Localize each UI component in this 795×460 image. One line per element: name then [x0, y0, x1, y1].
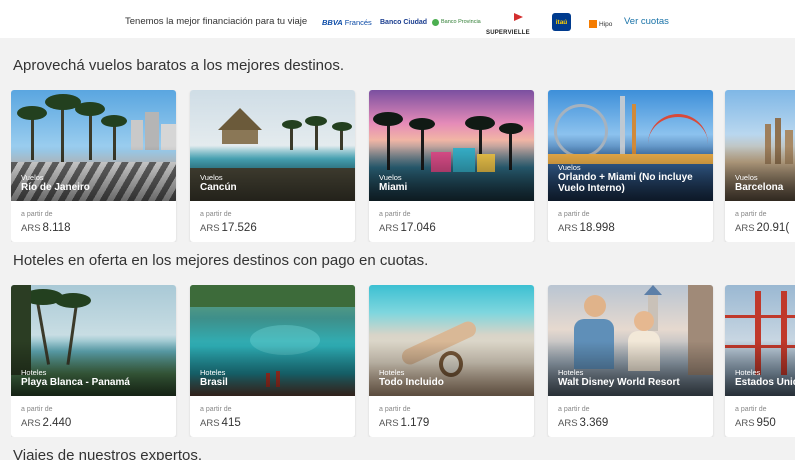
banco-ciudad-logo: Banco Ciudad [380, 18, 428, 26]
hotel-card-estados-unidos[interactable]: Hoteles Estados Unid a partir de ARS 950 [725, 285, 795, 437]
card-destination: Playa Blanca - Panamá [21, 377, 130, 388]
card-from-label: a partir de [200, 406, 232, 413]
flight-card-cancun[interactable]: Vuelos Cancún a partir de ARS 17.526 [190, 90, 355, 242]
card-category: Hoteles [558, 368, 584, 377]
card-from-label: a partir de [379, 406, 411, 413]
flights-row: Vuelos Río de Janeiro a partir de ARS 8.1… [11, 90, 795, 242]
experts-section-title: Viajes de nuestros expertos. [13, 447, 203, 460]
card-category: Hoteles [735, 368, 761, 377]
card-price: ARS 3.369 [558, 417, 609, 429]
card-destination: Todo Incluido [379, 377, 444, 388]
financing-text: Tenemos la mejor financiación para tu vi… [125, 16, 308, 27]
card-price: ARS 1.179 [379, 417, 430, 429]
hotel-card-playa-blanca[interactable]: Hoteles Playa Blanca - Panamá a partir d… [11, 285, 176, 437]
hipotecario-logo: Hipo [589, 14, 612, 34]
card-category: Vuelos [558, 163, 581, 172]
flight-card-rio[interactable]: Vuelos Río de Janeiro a partir de ARS 8.1… [11, 90, 176, 242]
card-from-label: a partir de [558, 211, 590, 218]
card-price: ARS 415 [200, 417, 241, 429]
card-from-label: a partir de [200, 211, 232, 218]
card-from-label: a partir de [735, 211, 767, 218]
card-category: Vuelos [379, 173, 402, 182]
hipotecario-square-icon [589, 20, 597, 28]
card-price: ARS 20.91( [735, 222, 790, 234]
card-category: Vuelos [21, 173, 44, 182]
card-from-label: a partir de [558, 406, 590, 413]
hotel-card-walt-disney[interactable]: Hoteles Walt Disney World Resort a parti… [548, 285, 713, 437]
card-destination: Barcelona [735, 182, 784, 193]
card-category: Vuelos [735, 173, 758, 182]
card-category: Hoteles [21, 368, 47, 377]
card-price: ARS 18.998 [558, 222, 615, 234]
bbva-frances-logo: BBVA Francés [322, 17, 372, 27]
card-destination: Estados Unid [735, 377, 795, 388]
card-category: Hoteles [379, 368, 405, 377]
financing-bar: Tenemos la mejor financiación para tu vi… [0, 0, 795, 38]
card-destination: Río de Janeiro [21, 182, 90, 193]
provincia-dot-icon [432, 18, 439, 26]
card-price: ARS 17.526 [200, 222, 257, 234]
flights-section-title: Aprovechá vuelos baratos a los mejores d… [13, 57, 345, 74]
card-price: ARS 950 [735, 417, 776, 429]
hotels-section-title: Hoteles en oferta en los mejores destino… [13, 252, 429, 269]
card-price: ARS 17.046 [379, 222, 436, 234]
card-from-label: a partir de [735, 406, 767, 413]
card-from-label: a partir de [21, 211, 53, 218]
card-destination: Miami [379, 182, 408, 193]
card-price: ARS 2.440 [21, 417, 72, 429]
ver-cuotas-link[interactable]: Ver cuotas [624, 16, 669, 27]
supervielle-flag-icon [514, 13, 523, 21]
supervielle-logo: SUPERVIELLE [486, 12, 530, 36]
flight-card-miami[interactable]: Vuelos Miami a partir de ARS 17.046 [369, 90, 534, 242]
card-from-label: a partir de [379, 211, 411, 218]
card-price: ARS 8.118 [21, 222, 71, 234]
card-category: Hoteles [200, 368, 226, 377]
card-destination: Walt Disney World Resort [558, 377, 680, 388]
card-from-label: a partir de [21, 406, 53, 413]
card-destination: Brasil [200, 377, 228, 388]
card-destination: Cancún [200, 182, 237, 193]
hotel-card-brasil[interactable]: Hoteles Brasil a partir de ARS 415 [190, 285, 355, 437]
card-destination: Orlando + Miami (No incluye Vuelo Intern… [558, 172, 693, 194]
banco-provincia-logo: Banco Provincia [432, 12, 481, 32]
card-category: Vuelos [200, 173, 223, 182]
flight-card-barcelona[interactable]: Vuelos Barcelona a partir de ARS 20.91( [725, 90, 795, 242]
hotels-row: Hoteles Playa Blanca - Panamá a partir d… [11, 285, 795, 437]
flight-card-orlando[interactable]: Vuelos Orlando + Miami (No incluye Vuelo… [548, 90, 713, 242]
hotel-card-todo-incluido[interactable]: Hoteles Todo Incluido a partir de ARS 1.1… [369, 285, 534, 437]
itau-logo: itaú [552, 13, 571, 31]
